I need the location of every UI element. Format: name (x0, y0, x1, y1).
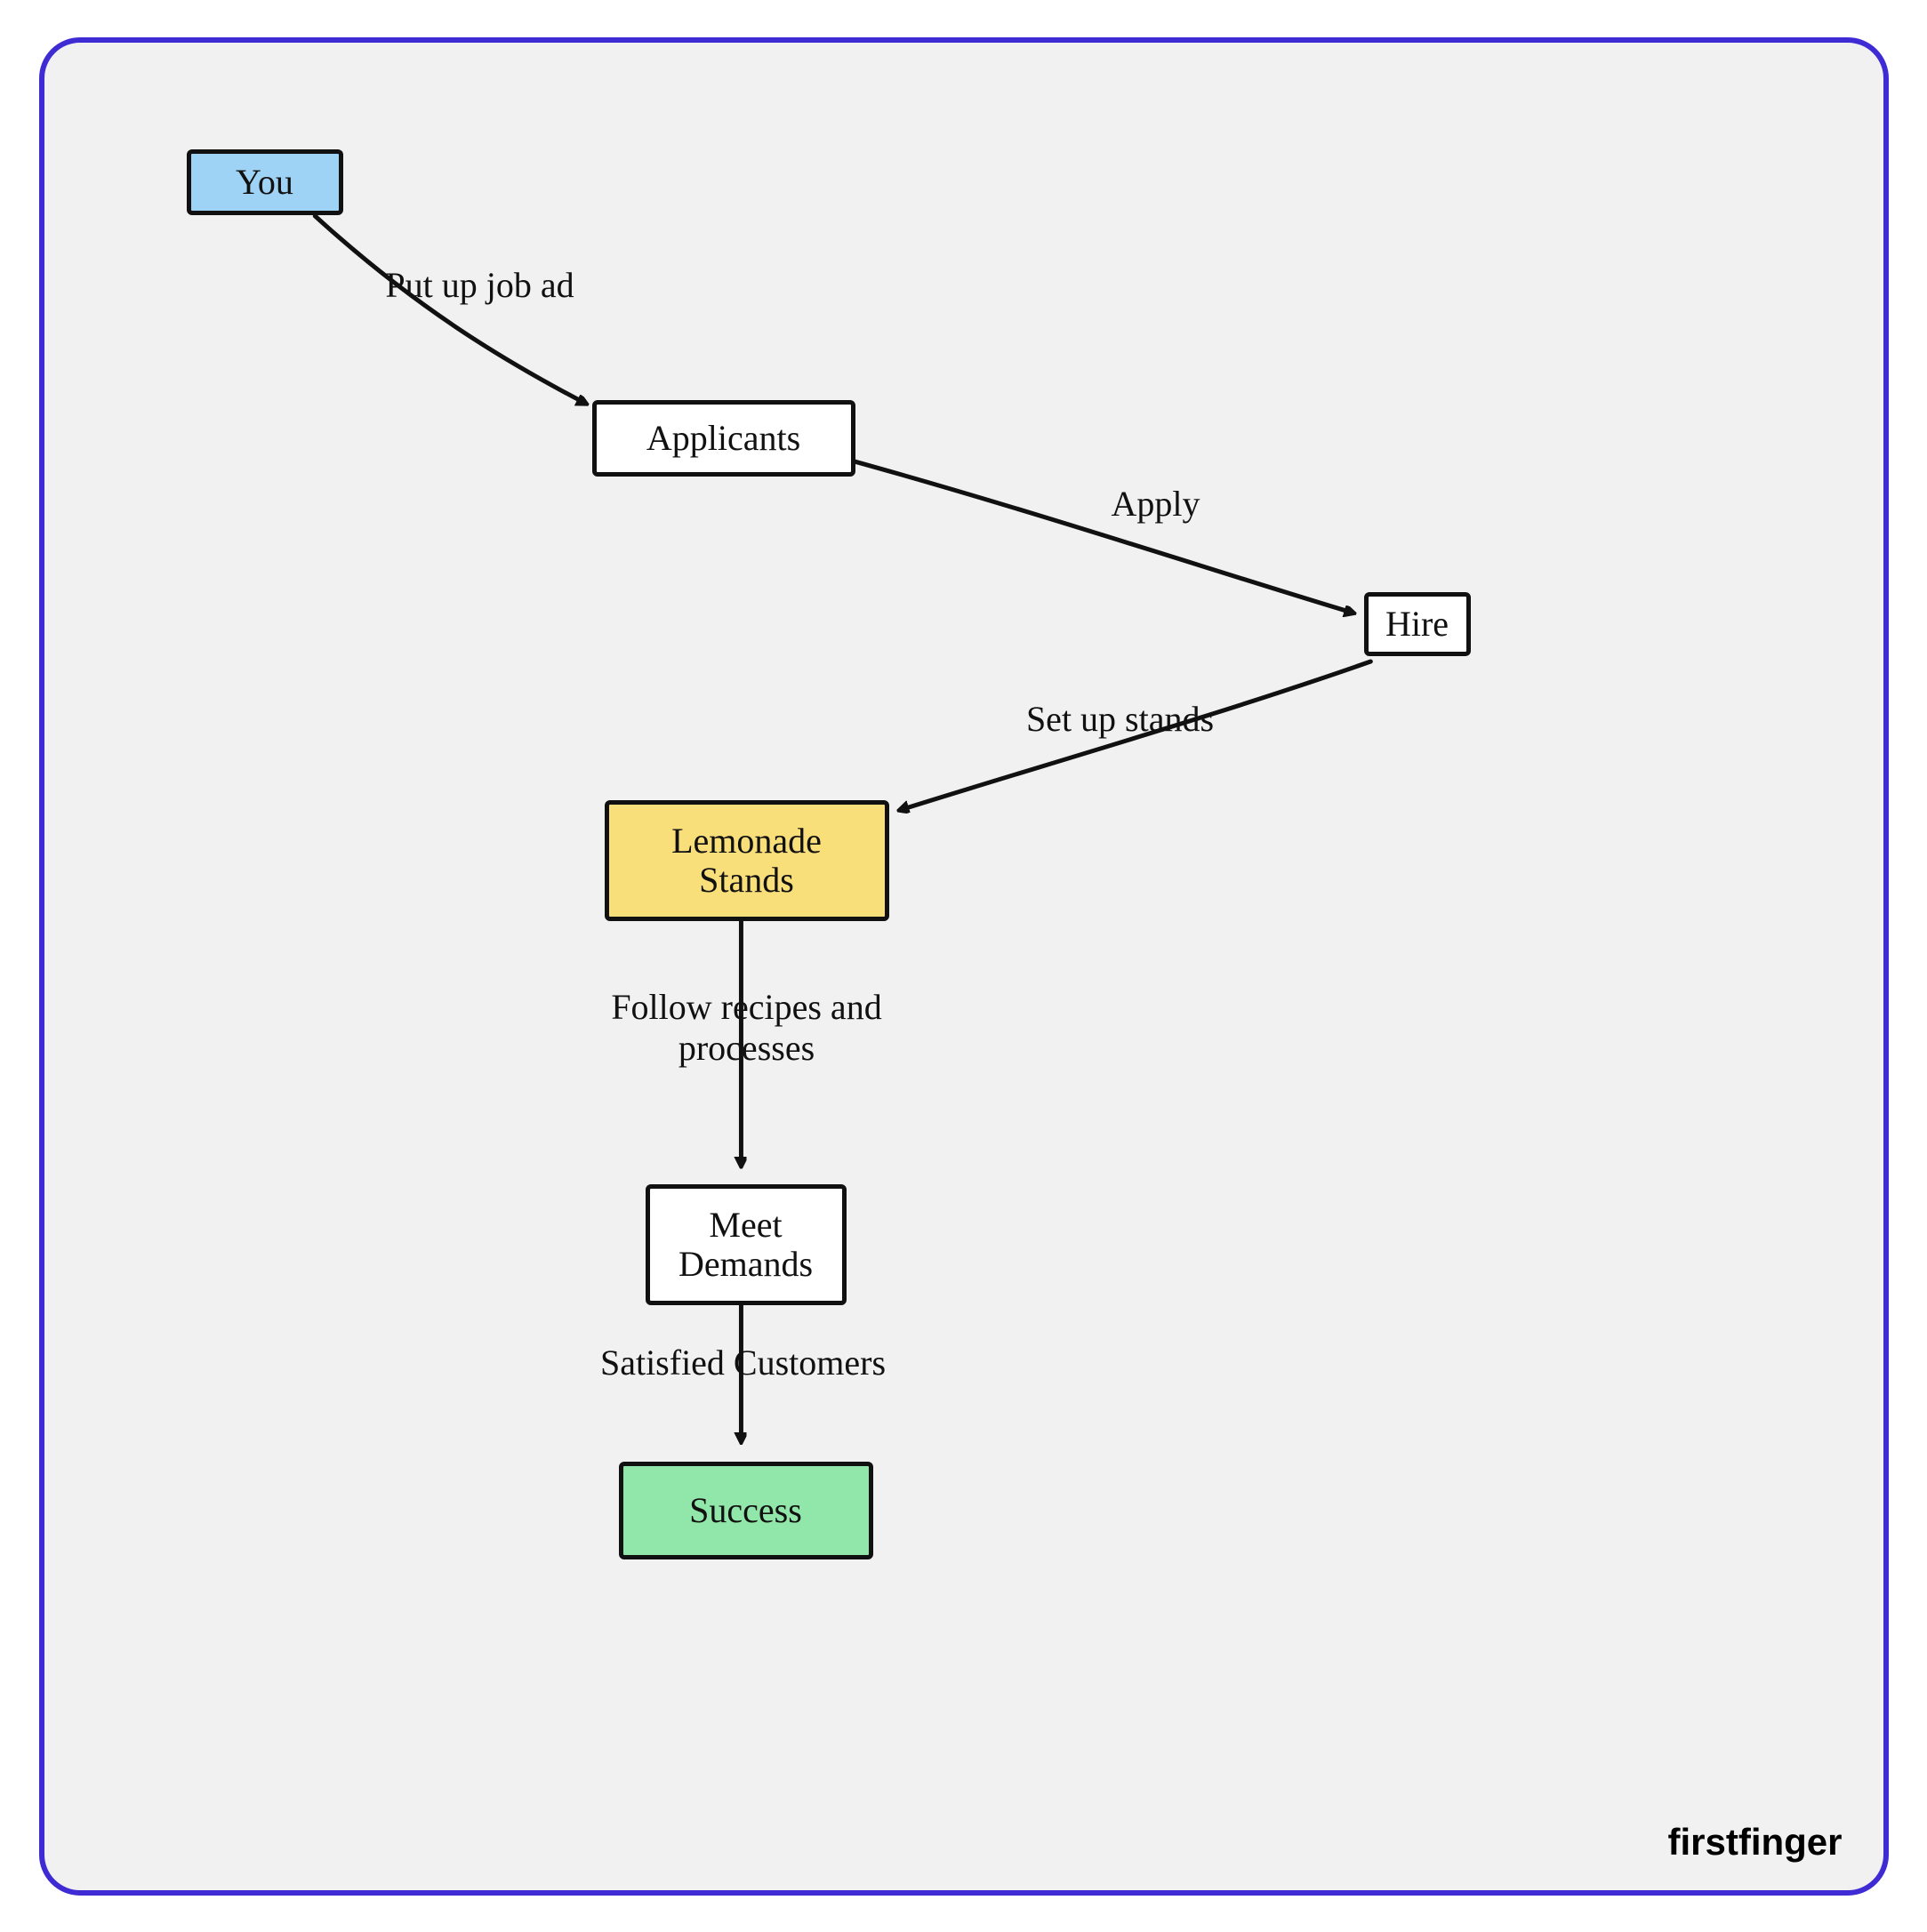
node-hire: Hire (1364, 592, 1471, 656)
node-meet: Meet Demands (646, 1184, 847, 1305)
diagram-frame: You Applicants Hire Lemonade Stands Meet… (39, 37, 1889, 1896)
label-satisfied: Satisfied Customers (539, 1343, 948, 1383)
label-setup: Set up stands (969, 699, 1272, 740)
diagram-wrapper: You Applicants Hire Lemonade Stands Meet… (0, 0, 1927, 1932)
node-you: You (187, 149, 343, 215)
node-applicants: Applicants (592, 400, 855, 477)
node-lemonade: Lemonade Stands (605, 800, 889, 921)
label-follow: Follow recipes and processes (542, 987, 951, 1069)
label-jobad: Put up job ad (320, 265, 640, 306)
node-success: Success (619, 1462, 873, 1559)
arrow-jobad (315, 215, 585, 403)
watermark: firstfinger (1667, 1821, 1842, 1864)
arrow-layer (44, 43, 1883, 1890)
label-apply: Apply (1085, 484, 1227, 525)
